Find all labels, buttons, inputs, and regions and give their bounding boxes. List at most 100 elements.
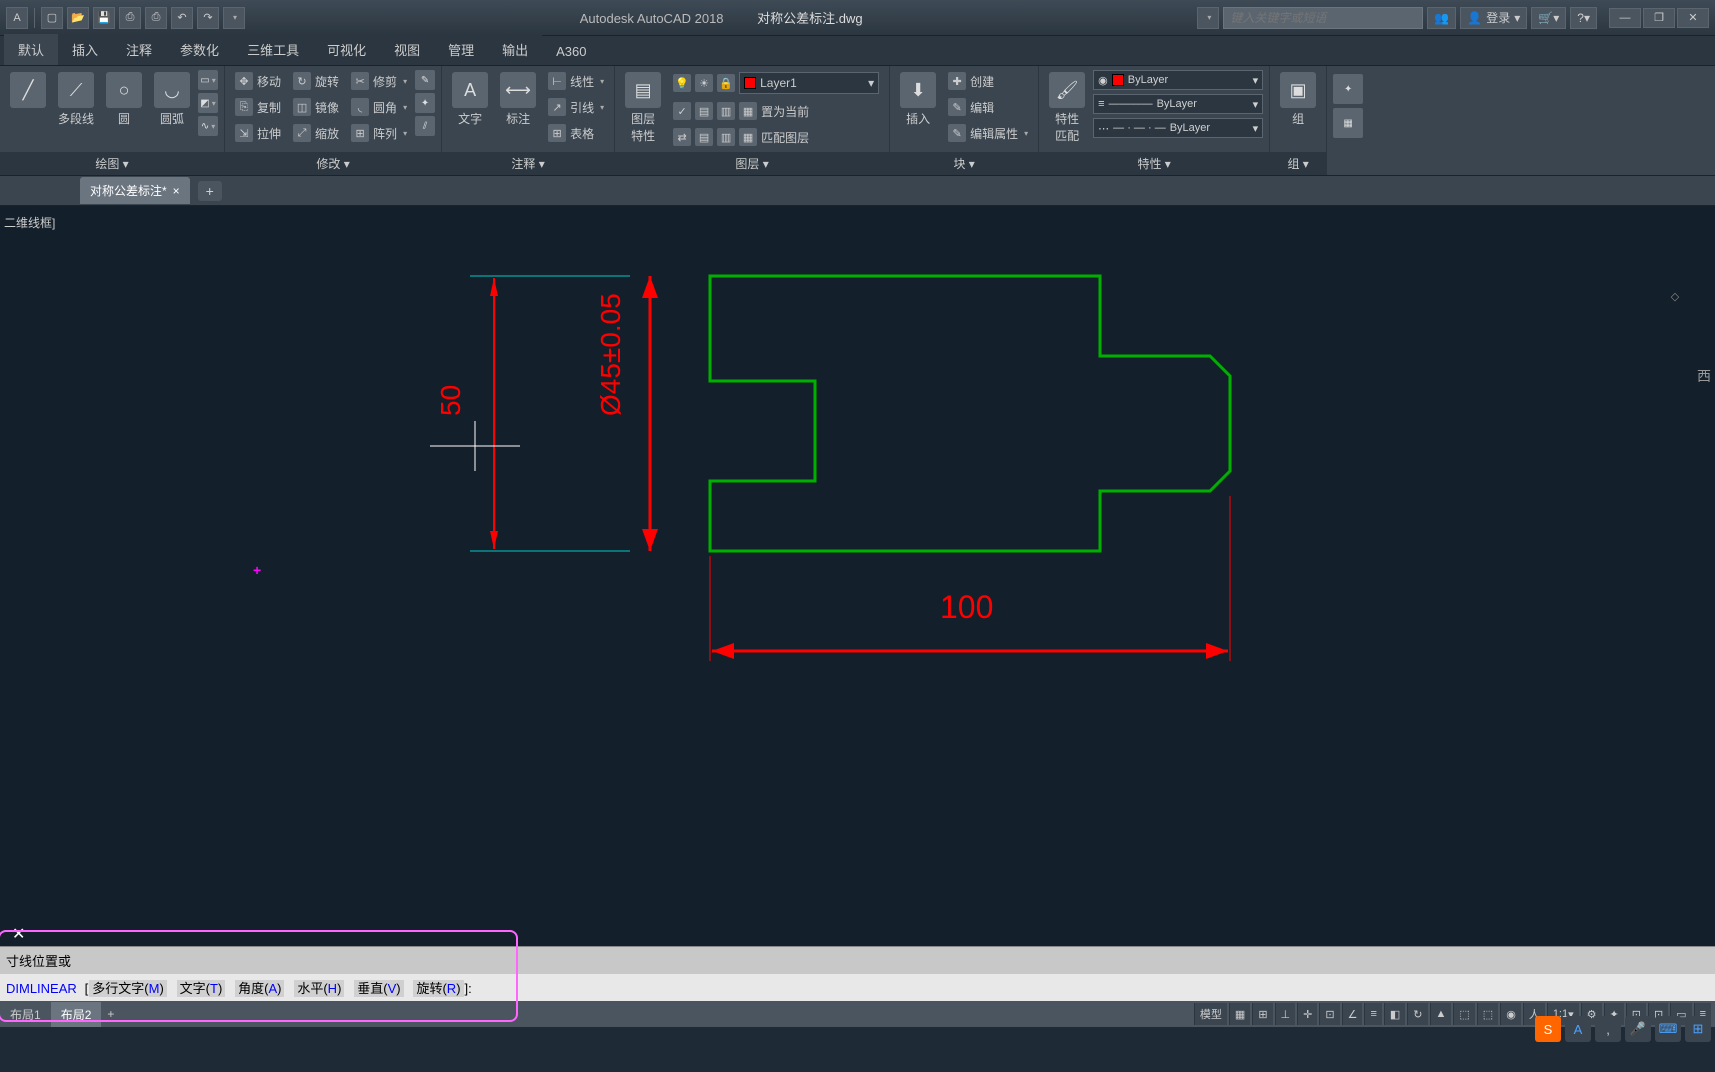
panel-block-title[interactable]: 块 ▾ [890,152,1038,175]
extras2-icon[interactable]: ▦ [1333,108,1363,138]
trim-button[interactable]: ✂修剪 [347,70,411,92]
file-tab-active[interactable]: 对称公差标注* × [80,177,190,204]
linetype-dropdown[interactable]: ⋯— · — · — ByLayer▾ [1093,118,1263,138]
offset-icon[interactable]: ⫽ [415,116,435,136]
create-block-button[interactable]: ✚创建 [944,70,1032,92]
sun-icon[interactable]: ☀ [695,74,713,92]
drawing-canvas[interactable]: 二维线框] ◇ 西 + 50 Ø45±0.05 100 [0,206,1715,946]
saveas-icon[interactable]: ⎙ [119,7,141,29]
open-icon[interactable]: 📂 [67,7,89,29]
infocenter-icon[interactable]: 👥 [1427,7,1456,29]
tab-parametric[interactable]: 参数化 [166,34,233,65]
array-button[interactable]: ⊞阵列 [347,122,411,144]
match-layer-button[interactable]: ⇄▤▥▦ 匹配图层 [669,126,883,148]
hatch-icon[interactable]: ◩ [198,93,218,113]
layer-dropdown[interactable]: Layer1▾ [739,72,879,94]
exchange-icon[interactable]: 🛒▾ [1531,7,1566,29]
tab-visualize[interactable]: 可视化 [313,34,380,65]
search-menu-icon[interactable] [1197,7,1219,29]
file-tab-close-icon[interactable]: × [173,184,180,198]
tab-output[interactable]: 输出 [488,34,542,65]
tab-annotate[interactable]: 注释 [112,34,166,65]
file-tab-add[interactable]: + [198,181,222,201]
stretch-button[interactable]: ⇲拉伸 [231,122,285,144]
panel-draw-title[interactable]: 绘图 ▾ [0,152,224,175]
line-button[interactable]: ╱ [6,70,50,110]
lweight-toggle-icon[interactable]: ≡ [1364,1003,1381,1025]
table-button[interactable]: ⊞表格 [544,122,608,144]
sogou-icon[interactable]: S [1535,1016,1561,1042]
panel-group-title[interactable]: 组 ▾ [1270,152,1326,175]
transparency-icon[interactable]: ◧ [1384,1003,1405,1025]
tab-insert[interactable]: 插入 [58,34,112,65]
layout-tab-2[interactable]: 布局2 [51,1002,102,1027]
snap-icon[interactable]: ⊞ [1252,1003,1272,1025]
group-button[interactable]: ▣组 [1276,70,1320,129]
layout-add[interactable]: + [101,1007,120,1021]
command-line[interactable]: DIMLINEAR [多行文字(M) 文字(T) 角度(A) 水平(H) 垂直(… [0,974,1715,1001]
dimension-button[interactable]: ⟷标注 [496,70,540,129]
edit-block-button[interactable]: ✎编辑 [944,96,1032,118]
grid-icon[interactable]: ▦ [1229,1003,1250,1025]
circle-button[interactable]: ○圆 [102,70,146,129]
text-button[interactable]: A文字 [448,70,492,129]
panel-layers-title[interactable]: 图层 ▾ [615,152,889,175]
tab-3dtools[interactable]: 三维工具 [233,34,313,65]
minimize-icon[interactable]: — [1609,8,1641,28]
3dosnap-icon[interactable]: ▲ [1430,1003,1452,1025]
app-menu-icon[interactable]: A [6,7,28,29]
tab-manage[interactable]: 管理 [434,34,488,65]
erase-icon[interactable]: ✎ [415,70,435,90]
color-dropdown[interactable]: ◉ByLayer▾ [1093,70,1263,90]
arc-button[interactable]: ◡圆弧 [150,70,194,129]
tab-default[interactable]: 默认 [4,34,58,65]
ortho-icon[interactable]: ⊥ [1275,1003,1296,1025]
spline-icon[interactable]: ∿ [198,116,218,136]
make-current-button[interactable]: ✓▤▥▦ 置为当前 [669,100,883,122]
keyboard-icon[interactable]: ⌨ [1655,1016,1681,1042]
explode-icon[interactable]: ✦ [415,93,435,113]
bulb-icon[interactable]: 💡 [673,74,691,92]
selection-icon[interactable]: ⬚ [1477,1003,1498,1025]
layer-props-button[interactable]: ▤图层 特性 [621,70,665,146]
match-props-button[interactable]: 🖌特性 匹配 [1045,70,1089,146]
lock-icon[interactable]: 🔒 [717,74,735,92]
plot-icon[interactable]: ⎙ [145,7,167,29]
redo-icon[interactable]: ↷ [197,7,219,29]
panel-properties-title[interactable]: 特性 ▾ [1039,152,1269,175]
login-button[interactable]: 👤 登录 ▾ [1460,7,1527,29]
input-mode-icon[interactable]: A [1565,1016,1591,1042]
tab-view[interactable]: 视图 [380,34,434,65]
otrack-icon[interactable]: ∠ [1342,1003,1363,1025]
rotate-button[interactable]: ↻旋转 [289,70,343,92]
save-icon[interactable]: 💾 [93,7,115,29]
restore-icon[interactable]: ❐ [1643,8,1675,28]
polar-icon[interactable]: ✛ [1297,1003,1317,1025]
tab-a360[interactable]: A360 [542,38,600,65]
osnap-icon[interactable]: ⊡ [1319,1003,1339,1025]
qat-customize-icon[interactable] [223,7,245,29]
move-button[interactable]: ✥移动 [231,70,285,92]
fillet-button[interactable]: ◟圆角 [347,96,411,118]
close-icon[interactable]: ✕ [1677,8,1709,28]
mirror-button[interactable]: ◫镜像 [289,96,343,118]
punct-icon[interactable]: , [1595,1016,1621,1042]
model-button[interactable]: 模型 [1194,1003,1227,1025]
edit-attr-button[interactable]: ✎编辑属性 [944,122,1032,144]
copy-button[interactable]: ⎘复制 [231,96,285,118]
new-icon[interactable]: ▢ [41,7,63,29]
panel-modify-title[interactable]: 修改 ▾ [225,152,441,175]
linear-dim-button[interactable]: ⊢线性 [544,70,608,92]
scale-button[interactable]: ⤢缩放 [289,122,343,144]
undo-icon[interactable]: ↶ [171,7,193,29]
lineweight-dropdown[interactable]: ≡———— ByLayer▾ [1093,94,1263,114]
polyline-button[interactable]: ⟋多段线 [54,70,98,129]
insert-block-button[interactable]: ⬇插入 [896,70,940,129]
extras-icon[interactable]: ✦ [1333,74,1363,104]
layout-tab-1[interactable]: 布局1 [0,1002,51,1027]
panel-annotation-title[interactable]: 注释 ▾ [442,152,614,175]
dyn-ucs-icon[interactable]: ⬚ [1453,1003,1474,1025]
mic-icon[interactable]: 🎤 [1625,1016,1651,1042]
help-icon[interactable]: ?▾ [1570,7,1597,29]
gizmo-icon[interactable]: ◉ [1500,1003,1521,1025]
